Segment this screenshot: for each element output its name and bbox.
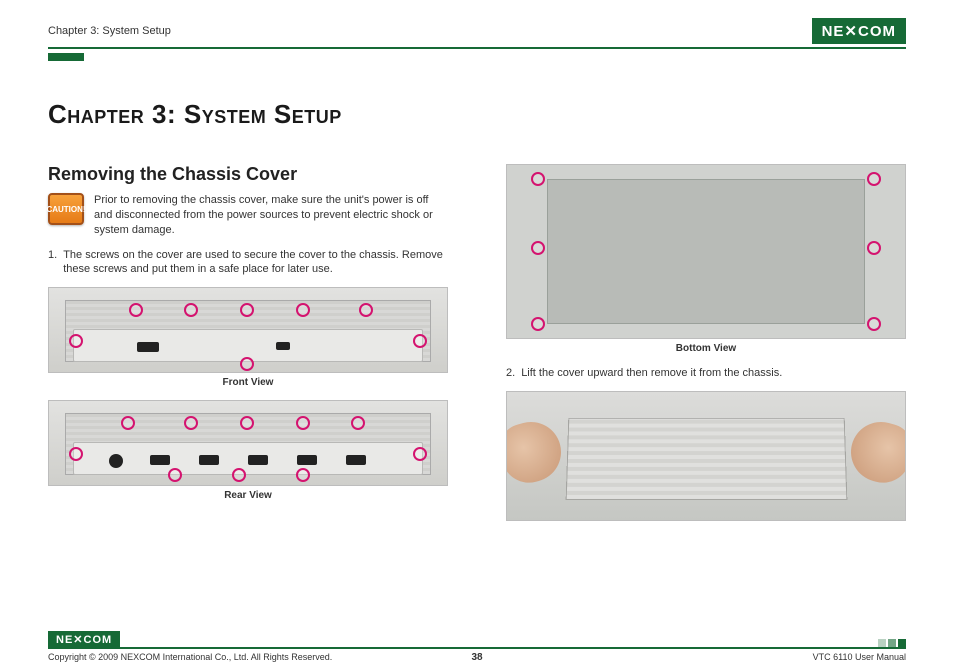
right-column: Bottom View 2. Lift the cover upward the… <box>506 164 906 521</box>
step-1-text: The screws on the cover are used to secu… <box>63 248 448 278</box>
figure-front-view <box>48 287 448 373</box>
copyright-text: Copyright © 2009 NEXCOM International Co… <box>48 652 332 662</box>
screw-marker-icon <box>867 241 881 255</box>
step-1: 1. The screws on the cover are used to s… <box>48 248 448 278</box>
page-number: 38 <box>471 652 482 663</box>
screw-marker-icon <box>531 241 545 255</box>
footer-logo: NE✕COM <box>48 631 120 648</box>
header-accent <box>48 53 84 61</box>
screw-marker-icon <box>168 468 182 482</box>
screw-marker-icon <box>121 416 135 430</box>
hand-icon <box>844 415 906 488</box>
chapter-title: Chapter 3: System Setup <box>48 99 906 130</box>
screw-marker-icon <box>867 172 881 186</box>
screw-marker-icon <box>240 357 254 371</box>
figure-rear-view <box>48 400 448 486</box>
caption-front: Front View <box>48 377 448 388</box>
breadcrumb: Chapter 3: System Setup <box>48 25 171 37</box>
figure-bottom-view <box>506 164 906 339</box>
caution-text: Prior to removing the chassis cover, mak… <box>94 193 448 238</box>
caution-icon: CAUTION! <box>48 193 84 225</box>
caption-bottom: Bottom View <box>506 343 906 354</box>
figure-lift-cover <box>506 391 906 521</box>
step-2-text: Lift the cover upward then remove it fro… <box>521 366 782 381</box>
section-title: Removing the Chassis Cover <box>48 164 448 185</box>
left-column: Removing the Chassis Cover CAUTION! Prio… <box>48 164 448 521</box>
step-2: 2. Lift the cover upward then remove it … <box>506 366 906 381</box>
header-bar: Chapter 3: System Setup NE✕COM <box>48 18 906 49</box>
screw-marker-icon <box>296 468 310 482</box>
hand-icon <box>506 415 568 488</box>
screw-marker-icon <box>232 468 246 482</box>
step-2-number: 2. <box>506 366 515 381</box>
brand-logo: NE✕COM <box>812 18 906 44</box>
screw-marker-icon <box>867 317 881 331</box>
screw-marker-icon <box>531 172 545 186</box>
caption-rear: Rear View <box>48 490 448 501</box>
screw-marker-icon <box>531 317 545 331</box>
screw-marker-icon <box>129 303 143 317</box>
step-1-number: 1. <box>48 248 57 278</box>
screw-marker-icon <box>296 303 310 317</box>
manual-reference: VTC 6110 User Manual <box>813 652 906 662</box>
footer-bar: NE✕COM Copyright © 2009 NEXCOM Internati… <box>48 647 906 662</box>
caution-block: CAUTION! Prior to removing the chassis c… <box>48 193 448 238</box>
footer-decoration-icon <box>878 639 906 647</box>
screw-marker-icon <box>296 416 310 430</box>
